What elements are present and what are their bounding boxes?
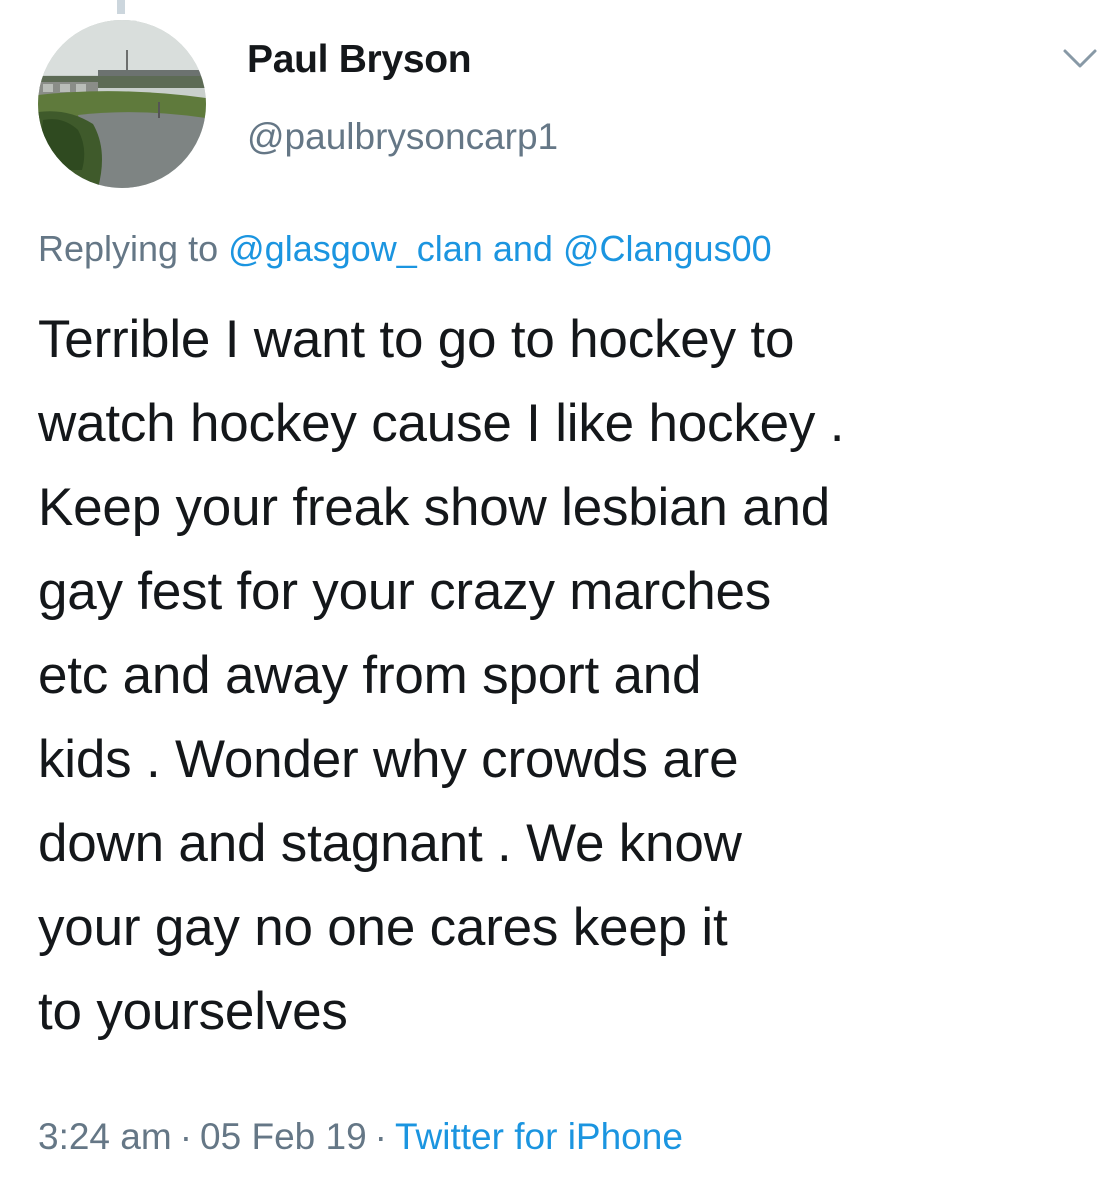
mention-link[interactable]: @glasgow_clan [228,228,483,269]
avatar[interactable] [38,20,206,188]
mention-link[interactable]: @Clangus00 [563,228,772,269]
thread-connector-line [117,0,125,14]
tweet-time[interactable]: 3:24 am [38,1116,172,1157]
tweet-text-line: Keep your freak show lesbian and [38,478,831,537]
tweet-source-link[interactable]: Twitter for iPhone [395,1116,683,1157]
author-handle[interactable]: @paulbrysoncarp1 [247,116,558,158]
author-display-name[interactable]: Paul Bryson [247,38,472,82]
avatar-photo [38,20,206,188]
meta-separator: · [179,1116,193,1157]
reply-prefix: Replying to [38,228,219,269]
tweet-text-line: etc and away from sport and [38,646,702,705]
chevron-down-icon[interactable] [1062,46,1098,72]
tweet-text-line: gay fest for your crazy marches [38,562,772,621]
reply-context: Replying to @glasgow_clan and @Clangus00 [38,228,772,270]
tweet-text-line: to yourselves [38,982,348,1041]
tweet-metadata: 3:24 am · 05 Feb 19 · Twitter for iPhone [38,1116,683,1158]
meta-separator: · [374,1116,387,1157]
tweet-text-line: down and stagnant . We know [38,814,742,873]
tweet-text-line: kids . Wonder why crowds are [38,730,739,789]
tweet-text-line: Terrible I want to go to hockey to [38,310,795,369]
tweet-text: Terrible I want to go to hockey to watch… [38,298,1098,1054]
reply-conjunction: and [492,228,553,269]
tweet-text-line: watch hockey cause I like hockey . [38,394,845,453]
tweet-date[interactable]: 05 Feb 19 [200,1116,367,1157]
tweet-text-line: your gay no one cares keep it [38,898,728,957]
